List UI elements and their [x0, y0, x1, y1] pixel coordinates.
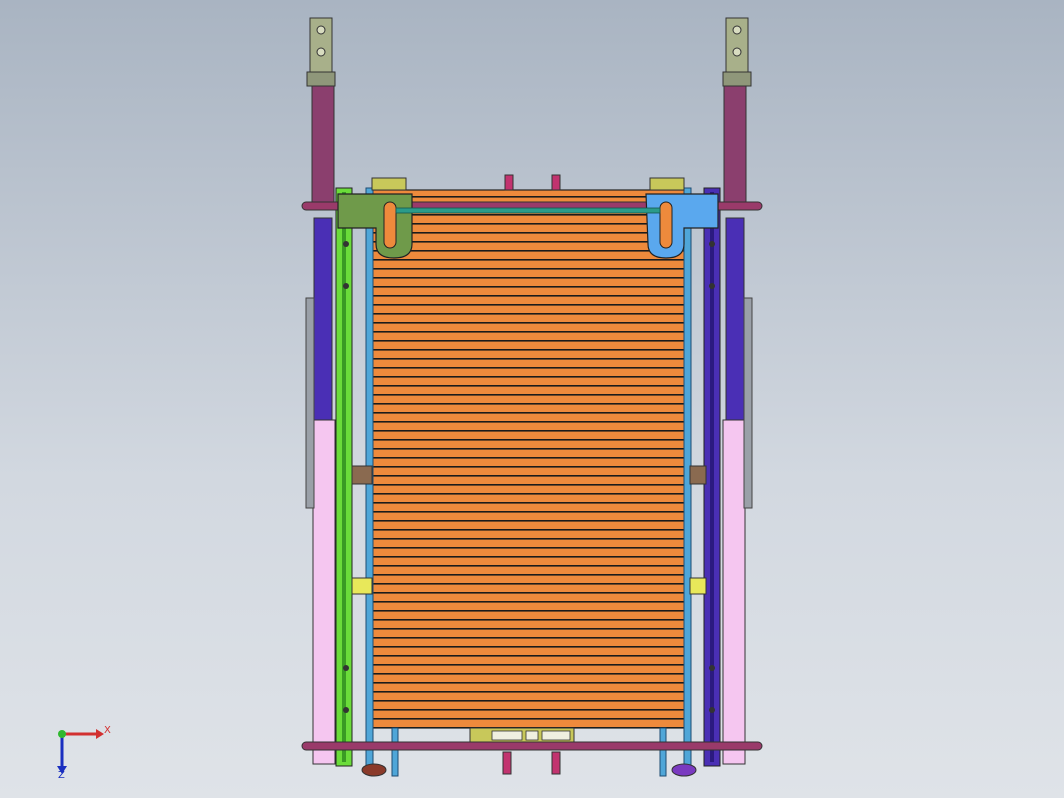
triad-origin: [58, 730, 66, 738]
top-pin-right: [551, 174, 561, 191]
bottom-crossbar[interactable]: [301, 741, 763, 751]
z-axis-label: Z: [58, 770, 65, 781]
left-green-rail-inner: [342, 192, 346, 762]
left-hinge-bracket[interactable]: [306, 17, 336, 87]
bottom-right-rod-stub: [659, 727, 667, 777]
bottom-pin-left: [502, 751, 512, 775]
right-hinge-bracket[interactable]: [722, 17, 752, 87]
left-lower-spacer: [351, 577, 373, 595]
right-mid-spacer: [689, 465, 707, 485]
right-purple-rail-inner: [710, 192, 714, 762]
right-lower-spacer: [689, 577, 707, 595]
bottom-connector[interactable]: [469, 727, 575, 743]
slatted-panel[interactable]: [371, 189, 687, 729]
top-pin-left: [504, 174, 514, 191]
bottom-pin-right: [551, 751, 561, 775]
bottom-right-foot: [671, 763, 697, 777]
top-cable[interactable]: [395, 207, 661, 214]
left-mid-spacer: [351, 465, 373, 485]
cad-viewport[interactable]: X Z: [0, 0, 1064, 798]
x-axis-label: X: [104, 725, 111, 736]
bottom-left-foot: [361, 763, 387, 777]
bottom-left-rod-stub: [391, 727, 399, 777]
